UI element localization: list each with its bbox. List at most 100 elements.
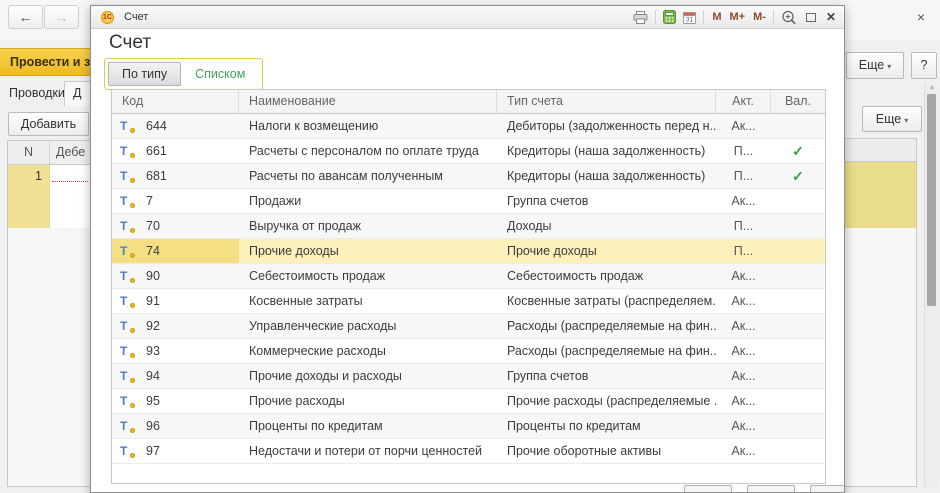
code-cell[interactable]: Т 90 xyxy=(112,264,239,288)
account-name[interactable]: Себестоимость продаж xyxy=(239,264,497,288)
calculator-icon[interactable] xyxy=(663,10,677,24)
scroll-up-icon[interactable]: ▲ xyxy=(925,84,939,91)
code-cell[interactable]: Т 70 xyxy=(112,214,239,238)
table-row[interactable]: Т 644 Налоги к возмещению Дебиторы (задо… xyxy=(112,114,825,139)
more-label: Еще xyxy=(875,112,902,126)
col-header-type[interactable]: Тип счета xyxy=(497,90,716,113)
code-cell[interactable]: Т 91 xyxy=(112,289,239,313)
help-button[interactable]: ? xyxy=(911,52,937,79)
journal-debit-cell[interactable] xyxy=(50,165,90,228)
tab-partial[interactable]: Д xyxy=(64,81,91,106)
memory-m-minus-button[interactable]: M- xyxy=(753,11,766,23)
table-row[interactable]: Т 91 Косвенные затраты Косвенные затраты… xyxy=(112,289,825,314)
memory-m-plus-button[interactable]: M+ xyxy=(730,11,746,23)
account-name[interactable]: Прочие доходы и расходы xyxy=(239,364,497,388)
add-button[interactable]: Добавить xyxy=(8,112,89,136)
col-header-name[interactable]: Наименование xyxy=(239,90,497,113)
table-row[interactable]: Т 74 Прочие доходы Прочие доходы П... xyxy=(112,239,825,264)
code-cell[interactable]: Т 92 xyxy=(112,314,239,338)
view-tab-as-list[interactable]: Списком xyxy=(181,62,260,86)
account-type[interactable]: Кредиторы (наша задолженность) xyxy=(497,139,716,163)
table-row[interactable]: Т 94 Прочие доходы и расходы Группа счет… xyxy=(112,364,825,389)
account-name[interactable]: Проценты по кредитам xyxy=(239,414,497,438)
account-type[interactable]: Расходы (распределяемые на фин... xyxy=(497,339,716,363)
account-type[interactable]: Группа счетов xyxy=(497,364,716,388)
calendar-icon[interactable]: 31 xyxy=(683,10,697,24)
journal-row[interactable]: 1 xyxy=(8,165,90,228)
code-cell[interactable]: Т 94 xyxy=(112,364,239,388)
account-name[interactable]: Косвенные затраты xyxy=(239,289,497,313)
partial-button[interactable] xyxy=(810,485,844,492)
account-code: 681 xyxy=(146,169,167,183)
account-type[interactable]: Прочие оборотные активы xyxy=(497,439,716,463)
post-and-close-button[interactable]: Провести и за xyxy=(0,48,91,76)
account-type[interactable]: Прочие доходы xyxy=(497,239,716,263)
code-cell[interactable]: Т 74 xyxy=(112,239,239,263)
table-row[interactable]: Т 95 Прочие расходы Прочие расходы (расп… xyxy=(112,389,825,414)
account-activity: Ак... xyxy=(731,444,756,458)
table-row[interactable]: Т 93 Коммерческие расходы Расходы (распр… xyxy=(112,339,825,364)
partial-button[interactable] xyxy=(684,485,732,492)
memory-m-button[interactable]: M xyxy=(712,11,721,23)
account-code: 91 xyxy=(146,294,160,308)
account-name[interactable]: Расчеты с персоналом по оплате труда xyxy=(239,139,497,163)
forward-button[interactable]: → xyxy=(44,5,79,29)
account-name[interactable]: Выручка от продаж xyxy=(239,214,497,238)
col-header-currency[interactable]: Вал. xyxy=(771,90,825,113)
account-activity: Ак... xyxy=(731,419,756,433)
account-type[interactable]: Себестоимость продаж xyxy=(497,264,716,288)
col-header-code[interactable]: Код xyxy=(112,90,239,113)
account-type[interactable]: Доходы xyxy=(497,214,716,238)
table-row[interactable]: Т 97 Недостачи и потери от порчи ценност… xyxy=(112,439,825,464)
account-name[interactable]: Прочие расходы xyxy=(239,389,497,413)
print-icon[interactable] xyxy=(633,10,648,24)
account-activity: П... xyxy=(733,169,754,183)
table-row[interactable]: Т 7 Продажи Группа счетов Ак... xyxy=(112,189,825,214)
more-button-top[interactable]: Еще ▾ xyxy=(846,52,904,79)
table-row[interactable]: Т 70 Выручка от продаж Доходы П... xyxy=(112,214,825,239)
account-name[interactable]: Продажи xyxy=(239,189,497,213)
account-type[interactable]: Проценты по кредитам xyxy=(497,414,716,438)
code-cell[interactable]: Т 96 xyxy=(112,414,239,438)
table-row[interactable]: Т 661 Расчеты с персоналом по оплате тру… xyxy=(112,139,825,164)
code-cell[interactable]: Т 644 xyxy=(112,114,239,138)
account-type[interactable]: Прочие расходы (распределяемые ... xyxy=(497,389,716,413)
code-cell[interactable]: Т 7 xyxy=(112,189,239,213)
account-type[interactable]: Кредиторы (наша задолженность) xyxy=(497,164,716,188)
account-name[interactable]: Недостачи и потери от порчи ценностей xyxy=(239,439,497,463)
code-cell[interactable]: Т 95 xyxy=(112,389,239,413)
dialog-close-icon[interactable]: ✕ xyxy=(826,10,836,24)
back-button[interactable]: ← xyxy=(8,5,43,29)
account-name[interactable]: Управленческие расходы xyxy=(239,314,497,338)
col-header-active[interactable]: Акт. xyxy=(716,90,771,113)
account-name[interactable]: Прочие доходы xyxy=(239,239,497,263)
account-name[interactable]: Коммерческие расходы xyxy=(239,339,497,363)
more-button-journal[interactable]: Еще ▾ xyxy=(862,106,922,132)
table-row[interactable]: Т 90 Себестоимость продаж Себестоимость … xyxy=(112,264,825,289)
code-cell[interactable]: Т 97 xyxy=(112,439,239,463)
vertical-scrollbar[interactable]: ▲ xyxy=(924,82,938,487)
code-cell[interactable]: Т 661 xyxy=(112,139,239,163)
currency-cell: ✓ xyxy=(771,139,825,163)
account-type[interactable]: Дебиторы (задолженность перед н... xyxy=(497,114,716,138)
maximize-icon[interactable] xyxy=(805,12,816,22)
account-name[interactable]: Налоги к возмещению xyxy=(239,114,497,138)
account-type[interactable]: Косвенные затраты (распределяем... xyxy=(497,289,716,313)
account-type[interactable]: Группа счетов xyxy=(497,189,716,213)
scrollbar-thumb[interactable] xyxy=(927,94,936,306)
app-close-button[interactable]: × xyxy=(911,7,931,27)
table-row[interactable]: Т 681 Расчеты по авансам полученным Кред… xyxy=(112,164,825,189)
account-name[interactable]: Расчеты по авансам полученным xyxy=(239,164,497,188)
table-row[interactable]: Т 92 Управленческие расходы Расходы (рас… xyxy=(112,314,825,339)
zoom-icon[interactable] xyxy=(781,10,797,25)
partial-button[interactable] xyxy=(747,485,795,492)
code-cell[interactable]: Т 93 xyxy=(112,339,239,363)
journal-col-n: N xyxy=(8,141,50,164)
view-tab-by-type[interactable]: По типу xyxy=(108,62,182,86)
currency-cell xyxy=(771,414,825,438)
table-row[interactable]: Т 96 Проценты по кредитам Проценты по кр… xyxy=(112,414,825,439)
tab-postings[interactable]: Проводки xyxy=(9,86,65,100)
code-cell[interactable]: Т 681 xyxy=(112,164,239,188)
check-icon: ✓ xyxy=(792,143,804,159)
account-type[interactable]: Расходы (распределяемые на фин... xyxy=(497,314,716,338)
